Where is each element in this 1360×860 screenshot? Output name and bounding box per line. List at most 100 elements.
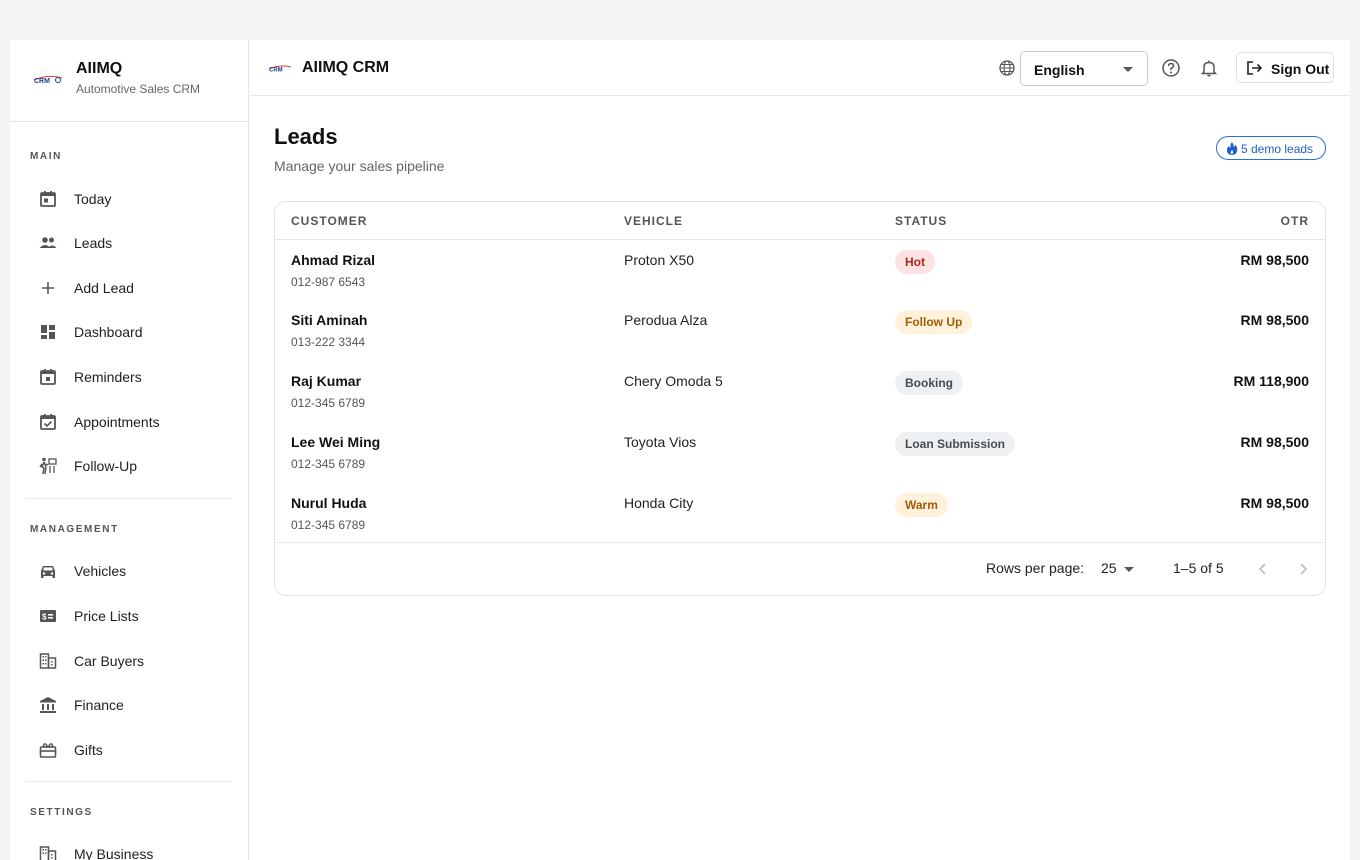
calendar-today-icon [38, 189, 58, 209]
page-subtitle: Manage your sales pipeline [274, 158, 445, 174]
gift-icon [38, 740, 58, 760]
app-title: AIIMQ CRM [302, 59, 390, 76]
vehicle-name: Proton X50 [624, 252, 695, 268]
sidebar-item-label: Follow-Up [74, 458, 138, 474]
building-icon [38, 651, 58, 671]
column-header-status[interactable]: STATUS [895, 214, 947, 228]
section-label-management: MANAGEMENT [30, 524, 119, 535]
customer-phone: 012-345 6789 [291, 396, 366, 410]
sidebar-item-label: Gifts [74, 742, 103, 758]
sidebar-item-label: Today [74, 191, 112, 207]
chevron-down-icon [1124, 567, 1134, 572]
language-select[interactable]: English [1020, 51, 1148, 86]
demo-leads-badge: 5 demo leads [1216, 136, 1326, 160]
sidebar-item-label: My Business [74, 846, 154, 860]
logout-icon [1247, 61, 1263, 75]
page-title: Leads [274, 124, 338, 149]
sidebar: CRM AIIMQ Automotive Sales CRM MAIN Toda… [10, 40, 249, 860]
sidebar-item-label: Add Lead [74, 280, 134, 296]
next-page-button[interactable] [1292, 558, 1314, 580]
status-badge: Warm [895, 493, 948, 517]
sidebar-item-label: Car Buyers [74, 653, 145, 669]
sidebar-item-add-lead[interactable]: Add Lead [26, 268, 232, 308]
calendar-icon [38, 367, 58, 387]
sidebar-item-vehicles[interactable]: Vehicles [26, 551, 232, 591]
sidebar-item-price-lists[interactable]: $ Price Lists [26, 596, 232, 636]
language-selected: English [1034, 62, 1085, 78]
sidebar-divider [26, 498, 232, 499]
brand-title: AIIMQ [76, 60, 123, 77]
customer-name: Siti Aminah [291, 312, 368, 328]
flame-icon [1226, 142, 1238, 155]
globe-icon [999, 60, 1015, 76]
customer-phone: 013-222 3344 [291, 335, 366, 349]
sidebar-item-car-buyers[interactable]: Car Buyers [26, 641, 232, 681]
plus-icon [38, 278, 58, 298]
footer-divider [275, 542, 1325, 543]
table-row[interactable]: Lee Wei Ming 012-345 6789 Toyota Vios Lo… [275, 422, 1325, 483]
help-icon[interactable] [1161, 58, 1181, 78]
status-badge: Booking [895, 371, 963, 395]
sidebar-item-gifts[interactable]: Gifts [26, 730, 232, 770]
chevron-down-icon [1123, 67, 1133, 72]
otr-price: RM 98,500 [1240, 252, 1309, 268]
demo-leads-label: 5 demo leads [1241, 142, 1314, 156]
sign-out-label: Sign Out [1271, 61, 1330, 77]
business-icon [38, 844, 58, 860]
chevron-left-icon [1258, 563, 1266, 575]
brand-subtitle: Automotive Sales CRM [76, 82, 201, 96]
sidebar-item-appointments[interactable]: Appointments [26, 402, 232, 442]
sidebar-item-today[interactable]: Today [26, 179, 232, 219]
sign-out-button[interactable]: Sign Out [1236, 52, 1334, 83]
otr-price: RM 98,500 [1240, 312, 1309, 328]
sidebar-divider [26, 781, 232, 782]
section-label-settings: SETTINGS [30, 807, 93, 818]
table-row[interactable]: Nurul Huda 012-345 6789 Honda City Warm … [275, 483, 1325, 544]
sidebar-item-my-business[interactable]: My Business [26, 834, 232, 860]
status-badge: Follow Up [895, 310, 973, 334]
sidebar-item-dashboard[interactable]: Dashboard [26, 312, 232, 352]
status-badge: Hot [895, 250, 935, 274]
table-row[interactable]: Siti Aminah 013-222 3344 Perodua Alza Fo… [275, 300, 1325, 361]
otr-price: RM 118,900 [1233, 373, 1310, 389]
sidebar-item-finance[interactable]: Finance [26, 685, 232, 725]
people-icon [38, 233, 58, 253]
rows-per-page-select[interactable]: 25 [1101, 560, 1141, 580]
status-badge: Loan Submission [895, 432, 1016, 456]
customer-name: Raj Kumar [291, 373, 362, 389]
table-row[interactable]: Raj Kumar 012-345 6789 Chery Omoda 5 Boo… [275, 361, 1325, 422]
sidebar-item-label: Leads [74, 235, 113, 251]
column-header-otr[interactable]: OTR [1281, 214, 1309, 228]
column-header-vehicle[interactable]: VEHICLE [624, 214, 683, 228]
svg-text:CRM: CRM [269, 68, 283, 74]
car-icon [38, 561, 58, 581]
sidebar-item-label: Finance [74, 697, 124, 713]
customer-name: Nurul Huda [291, 495, 367, 511]
previous-page-button[interactable] [1252, 558, 1274, 580]
rows-per-page-label: Rows per page: [986, 560, 1085, 576]
app-window: CRM AIIMQ Automotive Sales CRM MAIN Toda… [10, 40, 1350, 860]
dashboard-icon [38, 322, 58, 342]
customer-phone: 012-345 6789 [291, 457, 366, 471]
column-header-customer[interactable]: CUSTOMER [291, 214, 367, 228]
vehicle-name: Chery Omoda 5 [624, 373, 723, 389]
crm-logo-icon: CRM [268, 65, 292, 74]
sidebar-item-reminders[interactable]: Reminders [26, 357, 232, 397]
otr-price: RM 98,500 [1240, 495, 1309, 511]
sidebar-item-label: Reminders [74, 369, 142, 385]
top-header: CRM AIIMQ CRM English Sign Out [250, 40, 1350, 96]
sidebar-brand: CRM AIIMQ Automotive Sales CRM [10, 40, 248, 122]
pagination-range: 1–5 of 5 [1173, 560, 1224, 576]
sidebar-item-leads[interactable]: Leads [26, 223, 232, 263]
vehicle-name: Honda City [624, 495, 694, 511]
svg-text:$: $ [42, 613, 47, 622]
leads-table: CUSTOMER VEHICLE STATUS OTR Ahmad Rizal … [274, 201, 1326, 596]
sidebar-item-follow-up[interactable]: Follow-Up [26, 446, 232, 486]
table-row[interactable]: Ahmad Rizal 012-987 6543 Proton X50 Hot … [275, 240, 1325, 301]
bell-icon[interactable] [1199, 58, 1219, 78]
customer-name: Ahmad Rizal [291, 252, 376, 268]
sidebar-item-label: Appointments [74, 414, 160, 430]
price-tag-icon: $ [38, 606, 58, 626]
vehicle-name: Toyota Vios [624, 434, 697, 450]
customer-phone: 012-987 6543 [291, 275, 366, 289]
